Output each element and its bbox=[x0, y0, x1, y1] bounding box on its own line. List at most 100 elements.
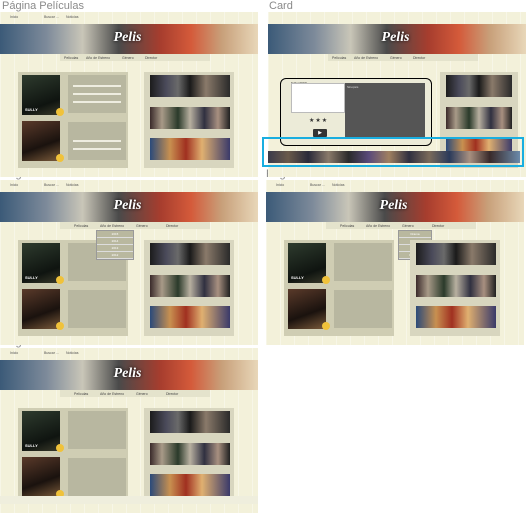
topbar-noticias[interactable]: Noticias bbox=[66, 183, 78, 187]
movie-strip[interactable] bbox=[150, 443, 230, 465]
main-nav: Películas Año de Estreno Género Director bbox=[60, 54, 210, 61]
movie-form bbox=[68, 290, 126, 328]
topbar-buscar[interactable]: Buscar ... bbox=[44, 183, 59, 187]
movie-form bbox=[68, 458, 126, 496]
poster-sully[interactable]: SULLY bbox=[22, 75, 60, 115]
movie-strip[interactable] bbox=[446, 75, 512, 97]
site-logo[interactable]: Pelis bbox=[114, 30, 142, 46]
rating-dot[interactable] bbox=[322, 276, 330, 284]
footer-rule bbox=[0, 496, 258, 504]
poster-second[interactable] bbox=[22, 289, 60, 329]
rating-dot[interactable] bbox=[56, 276, 64, 284]
nav-genero[interactable]: Género bbox=[390, 56, 402, 60]
nav-peliculas[interactable]: Películas bbox=[74, 224, 88, 228]
main-nav: Películas Año de Estreno Género Director bbox=[60, 222, 210, 229]
genre-option[interactable]: Drama bbox=[399, 231, 431, 238]
site-logo[interactable]: Pelis bbox=[382, 30, 410, 46]
rating-dot[interactable] bbox=[56, 444, 64, 452]
card-description: Sinopsis bbox=[345, 83, 425, 138]
poster-sully[interactable]: SULLY bbox=[288, 243, 326, 283]
main-nav: Películas Año de Estreno Género Director bbox=[328, 54, 478, 61]
frame-title-peliculas: Página Películas bbox=[2, 0, 84, 12]
nav-director[interactable]: Director bbox=[432, 224, 444, 228]
poster-second[interactable] bbox=[22, 121, 60, 161]
movie-strip[interactable] bbox=[150, 243, 230, 265]
form-line[interactable] bbox=[73, 85, 121, 87]
topbar-buscar[interactable]: Buscar ... bbox=[44, 351, 59, 355]
topbar-inicio[interactable]: Inicio bbox=[10, 183, 18, 187]
frame-navs: Inicio Buscar ... Noticias Pelis Películ… bbox=[0, 180, 258, 345]
movie-list: SULLY bbox=[18, 72, 128, 168]
movie-form bbox=[68, 122, 126, 160]
movie-strip[interactable] bbox=[150, 75, 230, 97]
nav-director[interactable]: Director bbox=[166, 392, 178, 396]
form-line[interactable] bbox=[73, 140, 121, 142]
nav-ano-estreno[interactable]: Año de Estreno bbox=[354, 56, 378, 60]
form-line[interactable] bbox=[73, 101, 121, 103]
form-line[interactable] bbox=[73, 93, 121, 95]
movie-strip[interactable] bbox=[150, 474, 230, 496]
movie-strip[interactable] bbox=[446, 107, 512, 129]
form-line[interactable] bbox=[73, 148, 121, 150]
poster-second[interactable] bbox=[22, 457, 60, 497]
card-stars[interactable]: ★★★ bbox=[309, 117, 328, 124]
nav-director[interactable]: Director bbox=[166, 224, 178, 228]
poster-sully[interactable]: SULLY bbox=[22, 411, 60, 451]
year-option[interactable]: 2014 bbox=[97, 238, 133, 245]
topbar-inicio[interactable]: Inicio bbox=[276, 183, 284, 187]
frame-title-card: Card bbox=[269, 0, 293, 12]
nav-genero[interactable]: Género bbox=[122, 56, 134, 60]
rating-dot[interactable] bbox=[56, 108, 64, 116]
related-movies bbox=[144, 240, 234, 336]
nav-genero[interactable]: Género bbox=[136, 224, 148, 228]
banner: Pelis bbox=[0, 192, 258, 222]
topbar-noticias[interactable]: Noticias bbox=[66, 351, 78, 355]
nav-peliculas[interactable]: Películas bbox=[340, 224, 354, 228]
nav-genero[interactable]: Género bbox=[402, 224, 414, 228]
related-movies bbox=[144, 72, 234, 168]
nav-director[interactable]: Director bbox=[145, 56, 157, 60]
year-option[interactable]: 2015 bbox=[97, 231, 133, 238]
social-icons bbox=[208, 169, 244, 175]
site-logo[interactable]: Pelis bbox=[114, 366, 142, 382]
nav-genero[interactable]: Género bbox=[136, 392, 148, 396]
topbar-inicio[interactable]: Inicio bbox=[10, 351, 18, 355]
banner: Pelis bbox=[0, 24, 258, 54]
site-logo[interactable]: Pelis bbox=[114, 198, 142, 214]
play-button[interactable]: ▶ bbox=[313, 129, 327, 137]
nav-ano-estreno[interactable]: Año de Estreno bbox=[100, 392, 124, 396]
frame-navs2: Inicio Buscar ... Noticias Pelis Películ… bbox=[266, 180, 524, 345]
poster-sully[interactable]: SULLY bbox=[22, 243, 60, 283]
site-logo[interactable]: Pelis bbox=[380, 198, 408, 214]
year-option[interactable]: 2012 bbox=[97, 252, 133, 259]
rating-dot[interactable] bbox=[56, 322, 64, 330]
topbar-inicio[interactable]: Inicio bbox=[10, 15, 18, 19]
movie-strip[interactable] bbox=[150, 275, 230, 297]
movie-strip[interactable] bbox=[150, 411, 230, 433]
topbar-buscar[interactable]: Buscar ... bbox=[310, 183, 325, 187]
nav-ano-estreno[interactable]: Año de Estreno bbox=[366, 224, 390, 228]
nav-director[interactable]: Director bbox=[413, 56, 425, 60]
movie-card: Sully (2016) Sinopsis ★★★ ▶ bbox=[280, 78, 432, 146]
nav-peliculas[interactable]: Películas bbox=[64, 56, 78, 60]
frame-peliculas: Inicio Buscar ... Noticias Pelis Películ… bbox=[0, 12, 258, 177]
movie-strip[interactable] bbox=[150, 107, 230, 129]
nav-ano-estreno[interactable]: Año de Estreno bbox=[100, 224, 124, 228]
nav-peliculas[interactable]: Películas bbox=[74, 392, 88, 396]
movie-strip[interactable] bbox=[416, 306, 496, 328]
year-option[interactable]: 2013 bbox=[97, 245, 133, 252]
nav-ano-estreno[interactable]: Año de Estreno bbox=[86, 56, 110, 60]
nav-peliculas[interactable]: Películas bbox=[332, 56, 346, 60]
related-movies bbox=[144, 408, 234, 504]
topbar-noticias[interactable]: Noticias bbox=[332, 183, 344, 187]
topbar-buscar[interactable]: Buscar ... bbox=[44, 15, 59, 19]
poster-second[interactable] bbox=[288, 289, 326, 329]
movie-strip[interactable] bbox=[150, 138, 230, 160]
rating-dot[interactable] bbox=[322, 322, 330, 330]
movie-strip[interactable] bbox=[150, 306, 230, 328]
movie-form bbox=[334, 243, 392, 281]
movie-strip[interactable] bbox=[416, 243, 496, 265]
rating-dot[interactable] bbox=[56, 154, 64, 162]
movie-strip[interactable] bbox=[416, 275, 496, 297]
topbar-noticias[interactable]: Noticias bbox=[66, 15, 78, 19]
